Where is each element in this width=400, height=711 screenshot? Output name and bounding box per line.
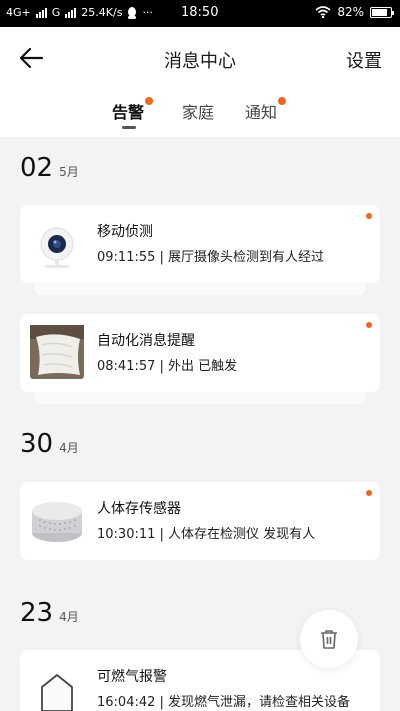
tab-bar: 告警 家庭 通知: [0, 97, 400, 133]
unread-dot: [366, 490, 372, 496]
card-title: 移动侦测: [97, 224, 153, 240]
status-left: 4G+ G 25.4K/s ···: [6, 6, 153, 19]
message-card[interactable]: 人体存传感器 10:30:11 | 人体存在检测仪 发现有人: [20, 482, 380, 560]
card-title: 自动化消息提醒: [97, 333, 195, 349]
date-header: 23 4月: [20, 598, 79, 628]
card-description: 08:41:57 | 外出 已触发: [97, 359, 238, 374]
more-notifications-icon: ···: [142, 6, 153, 19]
date-day: 02: [20, 153, 54, 183]
delete-button[interactable]: [300, 610, 358, 668]
date-month: 5月: [59, 165, 79, 179]
trash-icon: [321, 630, 337, 649]
pillow-photo: [30, 325, 84, 379]
active-tab-indicator: [122, 126, 136, 129]
signal-icon-2: [65, 7, 77, 18]
date-day: 30: [20, 429, 54, 459]
signal-icon: [35, 7, 47, 18]
card-description: 16:04:42 | 发现燃气泄漏，请检查相关设备: [97, 695, 351, 710]
battery-percent: 82%: [337, 5, 364, 19]
settings-button[interactable]: 设置: [346, 47, 382, 73]
clock: 18:50: [181, 5, 219, 20]
network-type-label: 4G+: [6, 6, 31, 19]
card-title: 可燃气报警: [97, 669, 167, 685]
date-day: 23: [20, 598, 54, 628]
tab-label: 告警: [112, 103, 145, 122]
tab-alerts[interactable]: 告警: [112, 97, 154, 129]
status-bar: 4G+ G 25.4K/s ··· 18:50 82%: [0, 0, 400, 27]
message-card[interactable]: 自动化消息提醒 08:41:57 | 外出 已触发: [20, 314, 380, 392]
tab-label: 家庭: [182, 103, 215, 122]
status-right: 82%: [315, 5, 394, 19]
unread-dot: [366, 213, 372, 219]
card-description: 10:30:11 | 人体存在检测仪 发现有人: [97, 527, 316, 542]
qq-icon: [128, 6, 137, 19]
network-speed: 25.4K/s: [81, 6, 123, 19]
house-icon: [41, 674, 73, 711]
tab-family[interactable]: 家庭: [182, 99, 214, 123]
card-description: 09:11:55 | 展厅摄像头检测到有人经过: [97, 250, 325, 265]
date-header: 02 5月: [20, 153, 79, 183]
tab-badge-dot: [145, 97, 154, 105]
tab-badge-dot: [278, 97, 287, 105]
unread-dot: [366, 322, 372, 328]
network-type-label-2: G: [51, 6, 61, 19]
camera-icon: [40, 227, 74, 268]
page-title: 消息中心: [164, 51, 236, 72]
card-title: 人体存传感器: [97, 501, 181, 517]
date-header: 30 4月: [20, 429, 79, 459]
date-month: 4月: [59, 610, 79, 624]
wifi-icon: [315, 6, 331, 18]
tab-label: 通知: [245, 103, 278, 122]
message-card[interactable]: 移动侦测 09:11:55 | 展厅摄像头检测到有人经过: [20, 205, 380, 283]
date-month: 4月: [59, 441, 79, 455]
tab-notifications[interactable]: 通知: [245, 97, 287, 123]
app-header: 消息中心 设置 告警 家庭 通知: [0, 27, 400, 137]
sensor-icon: [32, 502, 82, 542]
battery-icon: [370, 6, 394, 18]
